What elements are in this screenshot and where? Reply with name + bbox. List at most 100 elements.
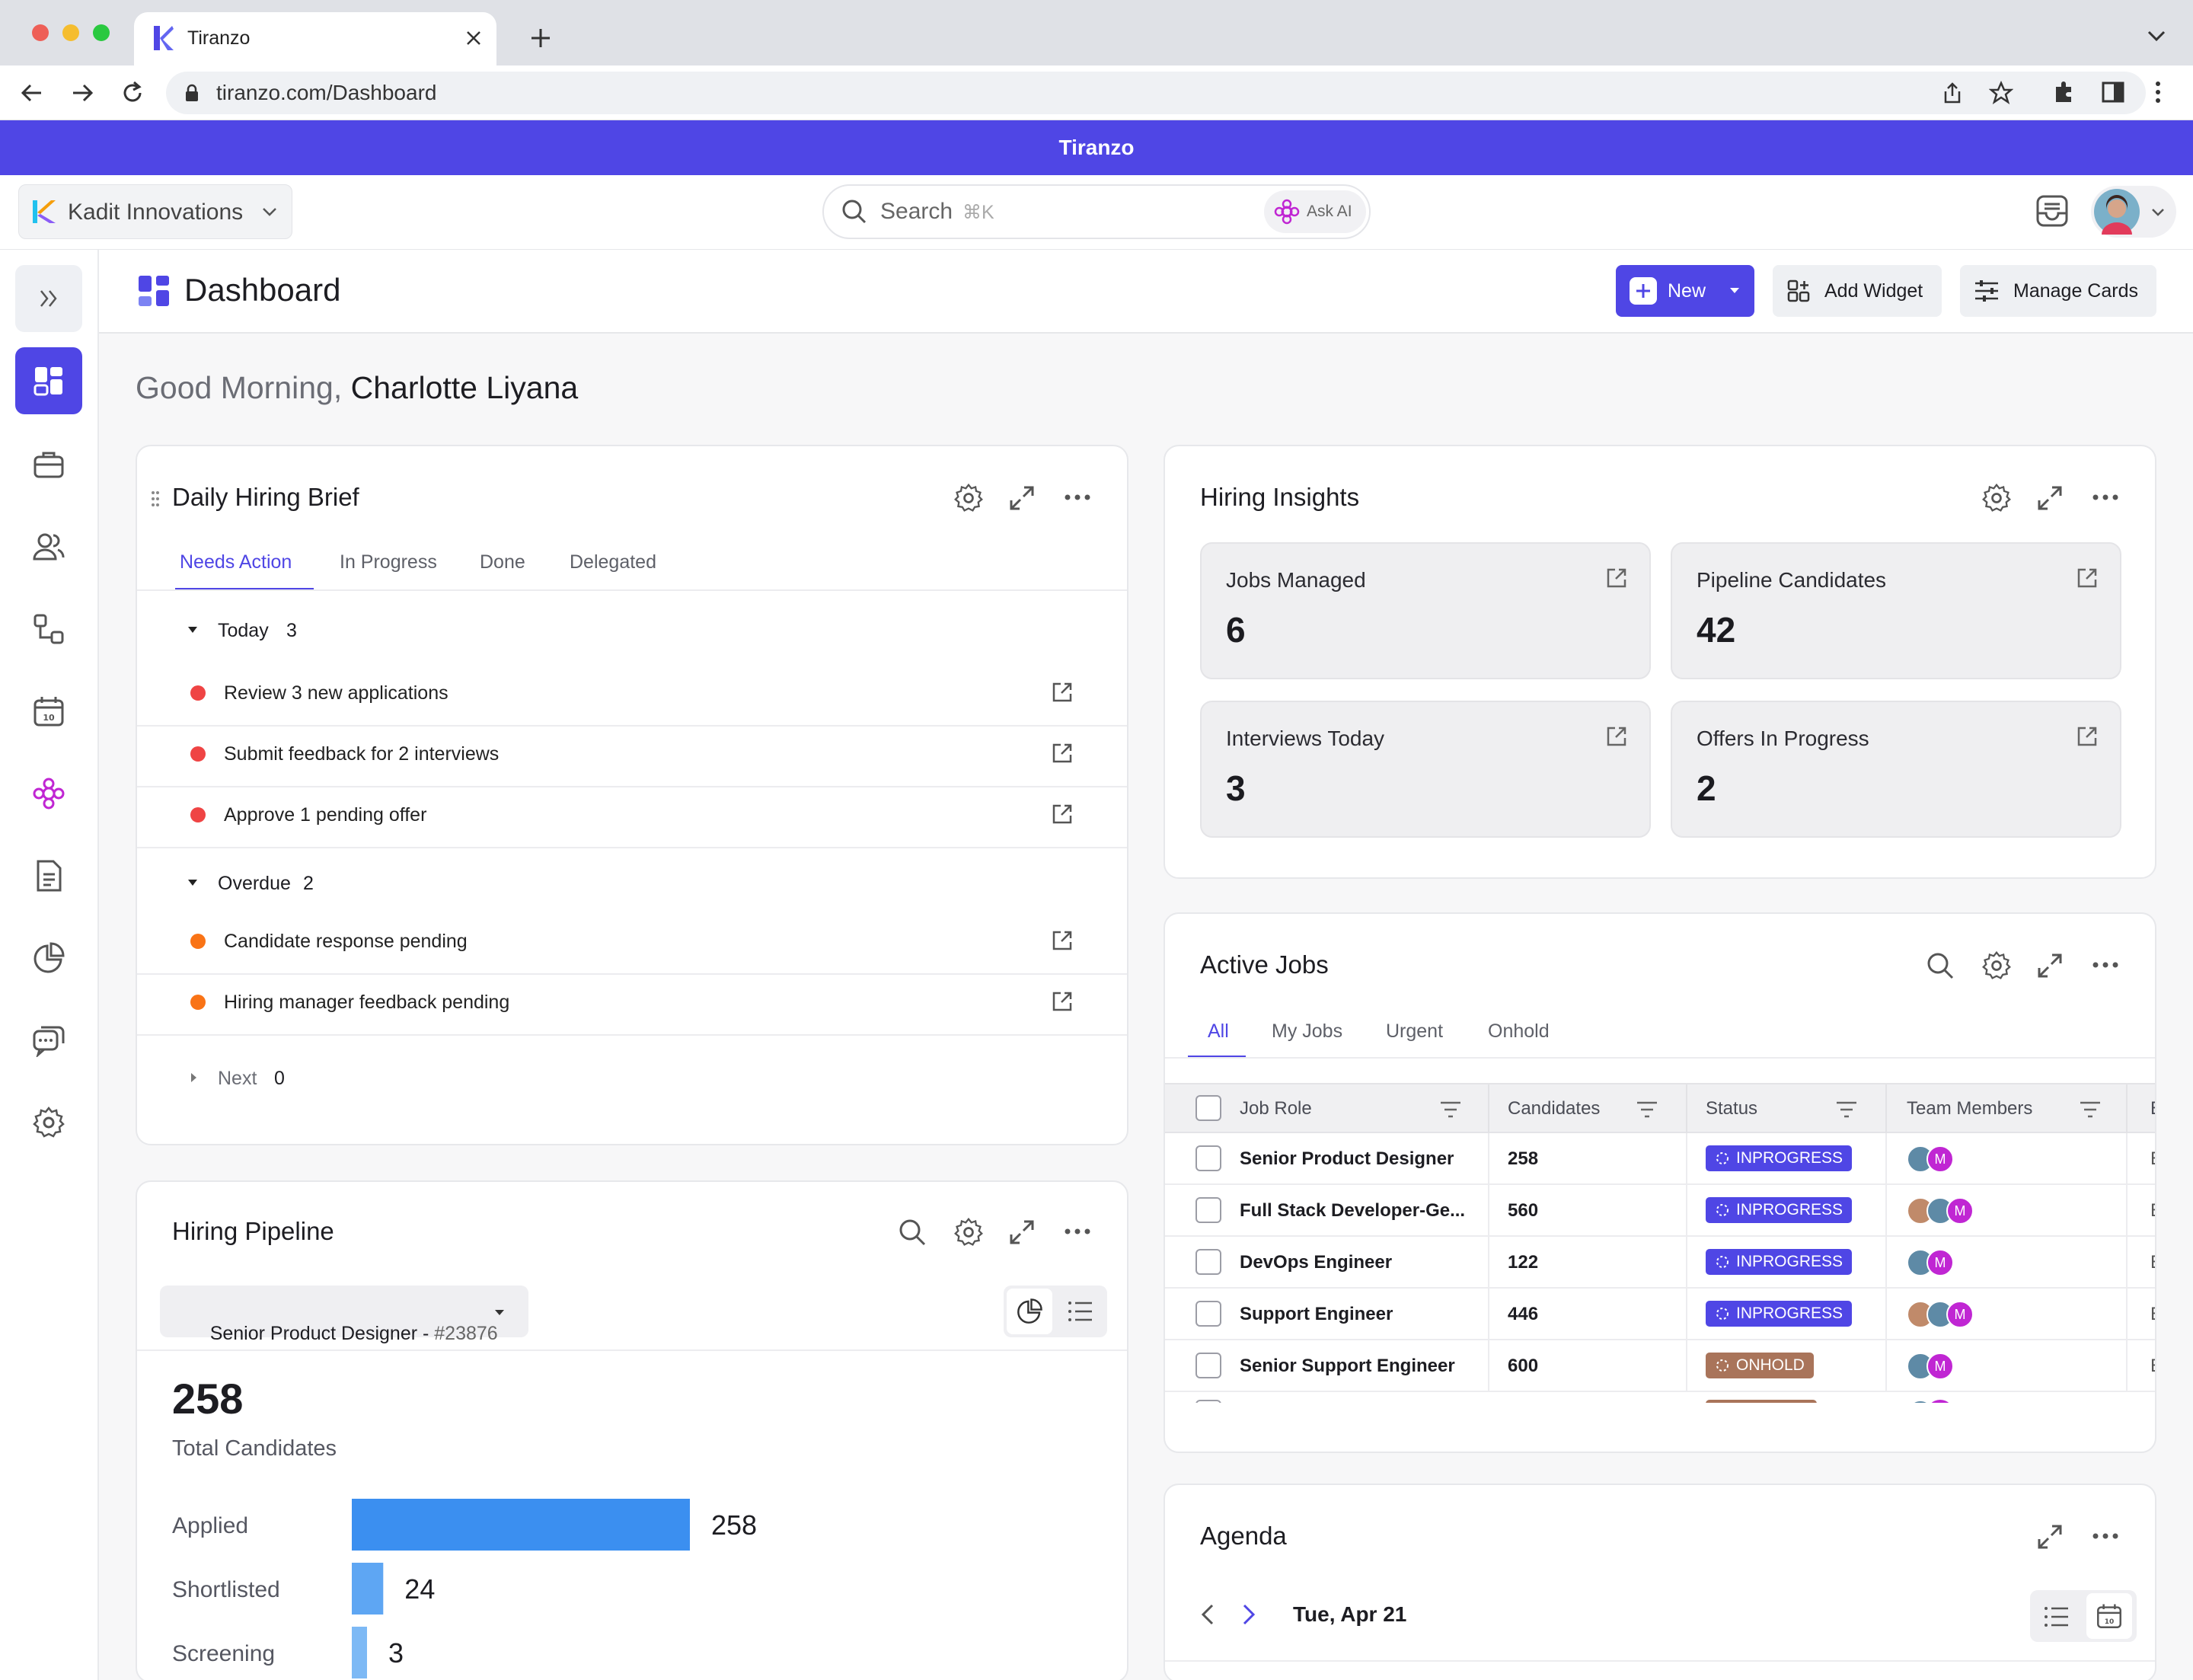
more-icon[interactable]	[2092, 1532, 2118, 1540]
list-view-icon[interactable]	[1068, 1299, 1093, 1324]
back-arrow-icon[interactable]	[18, 79, 46, 107]
profile-menu[interactable]	[2091, 186, 2176, 238]
table-row-partial[interactable]	[1165, 1392, 2155, 1403]
brief-item[interactable]: Candidate response pending	[137, 912, 1127, 972]
tab-my-jobs[interactable]: My Jobs	[1272, 1020, 1342, 1043]
column-header-status[interactable]: Status	[1706, 1098, 1757, 1119]
column-header-team-members[interactable]: Team Members	[1907, 1098, 2032, 1119]
address-bar[interactable]: tiranzo.com/Dashboard	[166, 72, 2146, 114]
table-row[interactable]: Senior Support Engineer 600 ONHOLD M E	[1165, 1340, 2155, 1392]
side-panel-icon[interactable]	[2100, 79, 2126, 105]
sidebar-item-messages[interactable]	[15, 1007, 82, 1074]
expand-icon[interactable]	[1008, 484, 1036, 512]
sidebar-item-workflows[interactable]	[15, 596, 82, 663]
team-member-avatar[interactable]: M	[1926, 1145, 1954, 1173]
external-link-icon[interactable]	[1051, 803, 1074, 826]
expand-icon[interactable]	[2036, 952, 2064, 979]
bar[interactable]	[352, 1499, 690, 1551]
stat-card-offers-in-progress[interactable]: Offers In Progress 2	[1671, 701, 2121, 838]
table-row[interactable]: Senior Product Designer 258 INPROGRESS M…	[1165, 1133, 2155, 1185]
brief-item[interactable]: Submit feedback for 2 interviews	[137, 725, 1127, 784]
chart-view-button[interactable]	[1007, 1289, 1052, 1334]
bar[interactable]	[352, 1627, 367, 1678]
close-tab-icon[interactable]	[464, 29, 483, 47]
tab-done[interactable]: Done	[480, 551, 525, 573]
row-checkbox[interactable]	[1195, 1400, 1221, 1403]
sidebar-item-candidates[interactable]	[15, 513, 82, 580]
drag-handle-icon[interactable]	[151, 490, 160, 507]
tab-delegated[interactable]: Delegated	[570, 551, 656, 573]
tab-in-progress[interactable]: In Progress	[340, 551, 437, 573]
new-button[interactable]: New	[1616, 265, 1754, 317]
new-tab-icon[interactable]	[528, 26, 553, 50]
more-icon[interactable]	[1065, 493, 1090, 501]
tab-list-chevron-icon[interactable]	[2146, 29, 2167, 44]
team-member-avatar[interactable]	[1907, 1400, 1934, 1403]
stat-card-pipeline-candidates[interactable]: Pipeline Candidates 42	[1671, 542, 2121, 679]
external-link-icon[interactable]	[1605, 725, 1628, 748]
external-link-icon[interactable]	[1051, 681, 1074, 704]
external-link-icon[interactable]	[2076, 725, 2099, 748]
team-member-avatar[interactable]: M	[1946, 1301, 1974, 1328]
sidebar-item-dashboard[interactable]	[15, 347, 82, 414]
stat-card-jobs-managed[interactable]: Jobs Managed 6	[1200, 542, 1651, 679]
team-member-avatar[interactable]	[1926, 1400, 1954, 1403]
tab-onhold[interactable]: Onhold	[1488, 1020, 1550, 1043]
column-header-job-role[interactable]: Job Role	[1240, 1098, 1312, 1119]
team-member-avatar[interactable]: M	[1946, 1197, 1974, 1225]
row-checkbox[interactable]	[1195, 1353, 1221, 1378]
more-icon[interactable]	[2092, 961, 2118, 969]
more-icon[interactable]	[1065, 1228, 1090, 1235]
gear-icon[interactable]	[953, 483, 984, 513]
brief-item[interactable]: Review 3 new applications	[137, 664, 1127, 723]
browser-tab[interactable]: Tiranzo	[134, 12, 496, 65]
gear-icon[interactable]	[953, 1217, 984, 1247]
ask-ai-button[interactable]: Ask AI	[1264, 190, 1366, 233]
row-checkbox[interactable]	[1195, 1197, 1221, 1223]
tab-needs-action[interactable]: Needs Action	[180, 551, 292, 573]
table-row[interactable]: Full Stack Developer-Ge... 560 INPROGRES…	[1165, 1185, 2155, 1237]
stat-card-interviews-today[interactable]: Interviews Today 3	[1200, 701, 1651, 838]
expand-sidebar-button[interactable]	[15, 265, 82, 332]
external-link-icon[interactable]	[2076, 567, 2099, 589]
brief-item[interactable]: Hiring manager feedback pending	[137, 973, 1127, 1033]
chevron-right-icon[interactable]	[1240, 1602, 1258, 1627]
table-row[interactable]: DevOps Engineer 122 INPROGRESS M E	[1165, 1237, 2155, 1289]
close-window-button[interactable]	[32, 24, 49, 41]
column-header-candidates[interactable]: Candidates	[1508, 1098, 1600, 1119]
gear-icon[interactable]	[1981, 950, 2012, 981]
bar[interactable]	[352, 1563, 384, 1615]
expand-icon[interactable]	[2036, 1523, 2064, 1551]
manage-cards-button[interactable]: Manage Cards	[1960, 265, 2156, 317]
select-all-checkbox[interactable]	[1195, 1095, 1221, 1121]
browser-menu-icon[interactable]	[2150, 79, 2166, 105]
brief-item[interactable]: Approve 1 pending offer	[137, 786, 1127, 845]
search-icon[interactable]	[1925, 950, 1955, 981]
job-select-dropdown[interactable]: Senior Product Designer - #23876	[160, 1286, 528, 1344]
group-next[interactable]: Next 0	[187, 1065, 340, 1092]
row-checkbox[interactable]	[1195, 1145, 1221, 1171]
sidebar-item-reports[interactable]	[15, 925, 82, 992]
external-link-icon[interactable]	[1051, 742, 1074, 765]
filter-icon[interactable]	[1636, 1100, 1658, 1119]
tab-all[interactable]: All	[1208, 1020, 1229, 1043]
sidebar-item-settings[interactable]	[15, 1089, 82, 1156]
expand-icon[interactable]	[2036, 484, 2064, 512]
expand-icon[interactable]	[1008, 1218, 1036, 1246]
team-member-avatar[interactable]: M	[1926, 1353, 1954, 1380]
reload-icon[interactable]	[119, 79, 146, 107]
filter-icon[interactable]	[2079, 1100, 2102, 1119]
table-row[interactable]: Support Engineer 446 INPROGRESS M E	[1165, 1289, 2155, 1340]
search-icon[interactable]	[897, 1217, 927, 1247]
group-today[interactable]: Today 3	[187, 617, 340, 644]
sidebar-item-jobs[interactable]	[15, 431, 82, 498]
chevron-left-icon[interactable]	[1199, 1602, 1217, 1627]
share-icon[interactable]	[1940, 81, 1965, 105]
list-view-icon[interactable]	[2044, 1605, 2070, 1628]
extensions-icon[interactable]	[2051, 79, 2077, 105]
team-member-avatar[interactable]: M	[1926, 1249, 1954, 1276]
external-link-icon[interactable]	[1051, 929, 1074, 952]
external-link-icon[interactable]	[1605, 567, 1628, 589]
column-header-extra[interactable]: E	[2150, 1098, 2155, 1119]
minimize-window-button[interactable]	[62, 24, 79, 41]
